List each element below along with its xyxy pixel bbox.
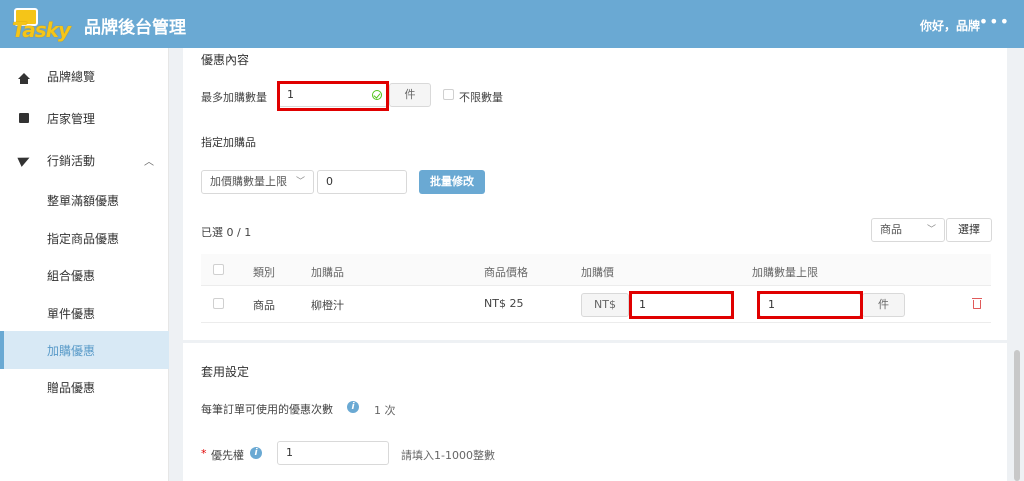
chevron-down-icon: ﹀ [926, 225, 936, 235]
row-checkbox[interactable] [213, 298, 224, 309]
select-all-checkbox[interactable] [213, 264, 224, 275]
priority-value: 1 [286, 446, 293, 459]
sidebar-item-addon-discount[interactable]: 加購優惠 [0, 331, 169, 369]
chevron-down-icon: ﹀ [295, 177, 305, 187]
sidebar-item-marketing[interactable]: 行銷活動 ︿ [0, 141, 169, 179]
info-icon[interactable]: i [250, 447, 262, 459]
per-order-value: 1 次 [374, 404, 396, 417]
column-header-category: 類別 [253, 266, 275, 279]
batch-value: 0 [326, 175, 333, 188]
vertical-scrollbar[interactable] [1014, 350, 1020, 481]
batch-field-select[interactable]: 加價購數量上限 ﹀ [201, 170, 314, 194]
column-header-price: 商品價格 [484, 266, 528, 279]
sidebar-item-label: 加購優惠 [47, 343, 96, 358]
table-row: 商品 柳橙汁 NT$ 25 NT$ 1 1 件 [201, 286, 991, 323]
priority-input[interactable]: 1 [277, 441, 389, 465]
batch-field-value: 加價購數量上限 [210, 175, 287, 188]
table-header: 類別 加購品 商品價格 加購價 加購數量上限 [201, 254, 991, 286]
sidebar-item-label: 單件優惠 [47, 306, 96, 321]
sidebar-item-label: 行銷活動 [47, 153, 96, 168]
sidebar-item-combo-discount[interactable]: 組合優惠 [0, 256, 169, 294]
sidebar-item-label: 贈品優惠 [47, 380, 96, 395]
limit-unit-addon: 件 [862, 293, 905, 317]
more-menu-icon[interactable]: ••• [979, 12, 1010, 31]
batch-edit-button[interactable]: 批量修改 [419, 170, 485, 194]
section-title-discount: 優惠內容 [201, 53, 250, 67]
max-qty-label: 最多加購數量 [201, 91, 267, 104]
select-button[interactable]: 選擇 [946, 218, 992, 242]
filter-value: 商品 [880, 223, 902, 236]
sidebar-item-gift-discount[interactable]: 贈品優惠 [0, 368, 169, 406]
highlight-box [277, 81, 389, 111]
section-title-addon-items: 指定加購品 [201, 136, 256, 149]
highlight-box [629, 291, 734, 319]
logo-text: Tasky [12, 18, 71, 42]
selected-count: 已選 0 / 1 [201, 226, 252, 239]
chevron-up-icon: ︿ [144, 156, 154, 168]
sidebar-item-store-management[interactable]: 店家管理 [0, 99, 169, 137]
trash-icon[interactable] [972, 298, 982, 309]
row-item-name: 柳橙汁 [311, 299, 344, 312]
per-order-label: 每筆訂單可使用的優惠次數 [201, 403, 333, 416]
sidebar-item-order-discount[interactable]: 整單滿額優惠 [0, 181, 169, 219]
sidebar-item-label: 店家管理 [47, 111, 96, 126]
sidebar-item-label: 組合優惠 [47, 268, 96, 283]
batch-value-input[interactable]: 0 [317, 170, 407, 194]
sidebar-item-label: 指定商品優惠 [47, 231, 120, 246]
sidebar-item-label: 品牌總覽 [47, 69, 96, 84]
section-title-apply: 套用設定 [201, 365, 250, 379]
discount-content-panel: 優惠內容 最多加購數量 1 件 不限數量 指定加購品 加價購數量上限 ﹀ 0 批… [183, 48, 1007, 340]
app-title: 品牌後台管理 [84, 18, 186, 38]
sidebar: 品牌總覽 店家管理 行銷活動 ︿ 整單滿額優惠 指定商品優惠 組合優惠 單件優惠… [0, 48, 169, 481]
tasky-logo[interactable]: Tasky [12, 6, 71, 42]
column-header-addon-price: 加購價 [581, 266, 614, 279]
priority-label: 優先權 [211, 449, 244, 462]
home-icon [18, 70, 30, 84]
sidebar-item-single-discount[interactable]: 單件優惠 [0, 294, 169, 332]
paper-plane-icon [16, 153, 32, 167]
filter-select[interactable]: 商品 ﹀ [871, 218, 945, 242]
column-header-addon-item: 加購品 [311, 266, 344, 279]
sidebar-item-brand-overview[interactable]: 品牌總覽 [0, 57, 169, 95]
currency-addon: NT$ [581, 293, 629, 317]
row-category: 商品 [253, 299, 275, 312]
store-icon [18, 112, 30, 124]
highlight-box [757, 291, 863, 319]
column-header-limit: 加購數量上限 [752, 266, 818, 279]
unlimited-label: 不限數量 [459, 91, 503, 104]
qty-unit-addon: 件 [389, 83, 431, 107]
sidebar-item-label: 整單滿額優惠 [47, 193, 120, 208]
info-icon[interactable]: i [347, 401, 359, 413]
user-greeting[interactable]: 你好，品牌 [920, 17, 980, 34]
sidebar-item-product-discount[interactable]: 指定商品優惠 [0, 219, 169, 257]
row-price: NT$ 25 [484, 297, 524, 310]
unlimited-checkbox[interactable] [443, 89, 454, 100]
priority-hint: 請填入1-1000整數 [401, 449, 495, 462]
required-mark: * [201, 447, 207, 460]
top-bar: Tasky 品牌後台管理 你好，品牌 ••• [0, 0, 1024, 48]
apply-settings-panel: 套用設定 每筆訂單可使用的優惠次數 i 1 次 * 優先權 i 1 請填入1-1… [183, 343, 1007, 481]
